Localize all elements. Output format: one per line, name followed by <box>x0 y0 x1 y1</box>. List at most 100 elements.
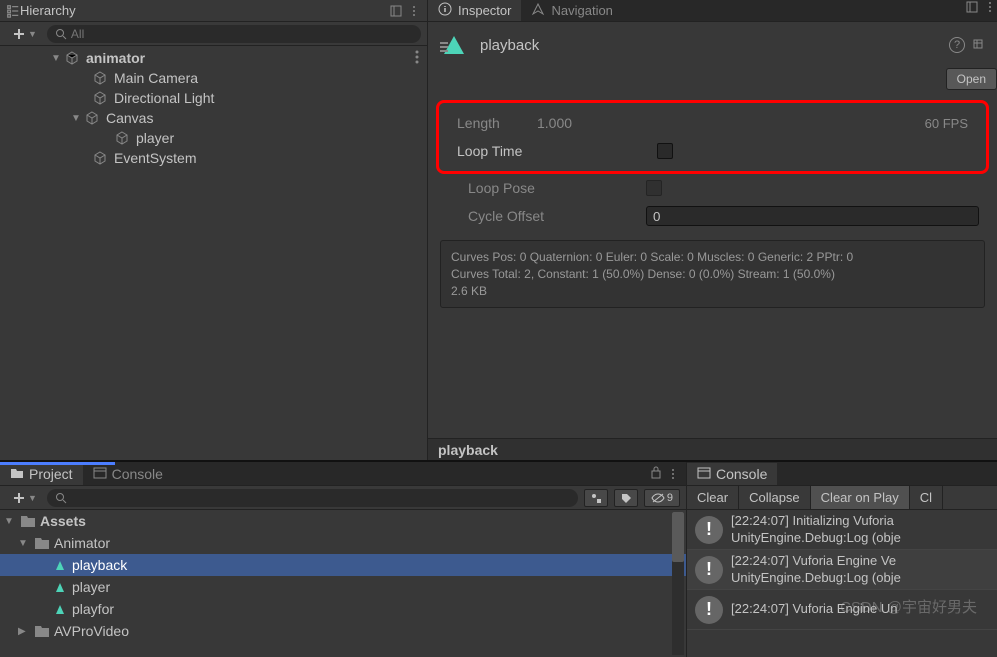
tab-label: Project <box>29 466 73 482</box>
scroll-thumb[interactable] <box>672 512 684 562</box>
length-value: 1.000 <box>537 115 572 131</box>
popout-icon[interactable] <box>965 0 979 14</box>
console-icon <box>93 466 107 482</box>
hierarchy-search[interactable] <box>47 25 421 43</box>
gameobject-row[interactable]: Directional Light <box>0 88 427 108</box>
log-entry[interactable]: ! [22:24:07] Vuforia Engine Ve UnityEngi… <box>687 550 997 590</box>
cl-button[interactable]: Cl <box>910 486 943 509</box>
add-button[interactable]: ▼ <box>6 25 43 43</box>
gameobject-icon <box>84 110 100 126</box>
folder-icon <box>34 535 50 551</box>
assets-folder[interactable]: ▼ Assets <box>0 510 686 532</box>
gameobject-row[interactable]: Canvas <box>0 108 427 128</box>
menu-icon[interactable] <box>983 0 997 14</box>
folder-icon <box>34 623 50 639</box>
gameobject-label: EventSystem <box>114 150 196 166</box>
gameobject-row[interactable]: Main Camera <box>0 68 427 88</box>
search-input[interactable] <box>71 27 413 41</box>
loop-time-label: Loop Time <box>457 143 657 159</box>
loop-pose-label: Loop Pose <box>468 180 646 196</box>
log-entry[interactable]: ! [22:24:07] Vuforia Engine Un <box>687 590 997 630</box>
animator-folder[interactable]: ▼ Animator <box>0 532 686 554</box>
chevron-down-icon[interactable] <box>70 112 82 124</box>
gameobject-label: Main Camera <box>114 70 198 86</box>
project-body: ▼ Assets ▼ Animator playback player <box>0 510 686 657</box>
project-search[interactable] <box>47 489 578 507</box>
tab-project[interactable]: Project <box>0 463 83 485</box>
clip-item[interactable]: playfor <box>0 598 686 620</box>
loop-time-row: Loop Time <box>439 137 986 165</box>
project-toolbar: ▼ 9 <box>0 486 686 510</box>
log-text: [22:24:07] Vuforia Engine Un <box>731 601 897 618</box>
avpro-folder[interactable]: ▶ AVProVideo <box>0 620 686 642</box>
folder-icon <box>10 466 24 482</box>
curves-info: Curves Pos: 0 Quaternion: 0 Euler: 0 Sca… <box>440 240 985 308</box>
menu-icon[interactable] <box>666 467 680 481</box>
tab-label: Console <box>112 466 163 482</box>
cycle-offset-row: Cycle Offset <box>428 202 997 230</box>
scrollbar[interactable] <box>672 512 684 655</box>
inspector-panel: Inspector Navigation playback ? Open <box>427 0 997 460</box>
folder-label: Animator <box>54 535 110 551</box>
clip-item[interactable]: player <box>0 576 686 598</box>
hierarchy-icon <box>6 4 20 18</box>
gameobject-label: player <box>136 130 174 146</box>
navigation-icon <box>531 2 545 19</box>
folder-label: Assets <box>40 513 86 529</box>
log-entry[interactable]: ! [22:24:07] Initializing Vuforia UnityE… <box>687 510 997 550</box>
chevron-down-icon[interactable]: ▼ <box>18 538 30 549</box>
clip-item[interactable]: playback <box>0 554 686 576</box>
project-panel: Project Console ▼ 9 <box>0 462 686 657</box>
filter-by-label-icon[interactable] <box>614 489 638 507</box>
gameobject-icon <box>92 90 108 106</box>
menu-icon[interactable] <box>407 4 421 18</box>
collapse-button[interactable]: Collapse <box>739 486 811 509</box>
scene-row[interactable]: animator <box>0 48 427 68</box>
loop-pose-checkbox[interactable] <box>646 180 662 196</box>
search-icon <box>55 492 67 504</box>
chevron-down-icon[interactable] <box>50 52 62 64</box>
hidden-count-button[interactable]: 9 <box>644 489 680 507</box>
tab-label: Console <box>716 466 767 482</box>
chevron-down-icon[interactable]: ▼ <box>4 516 16 527</box>
lock-icon[interactable] <box>650 465 662 482</box>
popout-icon[interactable] <box>389 4 403 18</box>
log-text: [22:24:07] Vuforia Engine Ve UnityEngine… <box>731 553 901 587</box>
console-panel: Console Clear Collapse Clear on Play Cl … <box>686 462 997 657</box>
tab-console[interactable]: Console <box>83 463 173 485</box>
gameobject-label: Canvas <box>106 110 153 126</box>
animation-clip-icon <box>52 579 68 595</box>
filter-by-type-icon[interactable] <box>584 489 608 507</box>
search-icon <box>55 28 67 40</box>
preview-title: playback <box>438 442 498 458</box>
preview-header[interactable]: playback <box>428 438 997 460</box>
tab-inspector[interactable]: Inspector <box>428 0 521 21</box>
preset-icon[interactable] <box>971 37 985 54</box>
clear-button[interactable]: Clear <box>687 486 739 509</box>
menu-icon[interactable] <box>415 50 419 67</box>
hierarchy-title: Hierarchy <box>20 3 76 18</box>
tab-navigation[interactable]: Navigation <box>521 0 622 21</box>
clip-properties: Length 1.000 60 FPS Loop Time Loop Pose … <box>428 96 997 234</box>
length-label: Length <box>457 115 537 131</box>
tab-console[interactable]: Console <box>687 463 777 485</box>
gameobject-icon <box>92 70 108 86</box>
hierarchy-tree: animator Main Camera Directional Light C… <box>0 46 427 460</box>
clear-on-play-button[interactable]: Clear on Play <box>811 486 910 509</box>
add-button[interactable]: ▼ <box>6 489 43 507</box>
loop-time-checkbox[interactable] <box>657 143 673 159</box>
loop-pose-row: Loop Pose <box>428 174 997 202</box>
hidden-count: 9 <box>667 492 673 504</box>
length-row: Length 1.000 60 FPS <box>439 109 986 137</box>
chevron-right-icon[interactable]: ▶ <box>18 626 30 637</box>
gameobject-row[interactable]: player <box>0 128 427 148</box>
clip-header: playback ? <box>428 22 997 68</box>
cycle-offset-input[interactable] <box>646 206 979 226</box>
gameobject-label: Directional Light <box>114 90 214 106</box>
cycle-offset-label: Cycle Offset <box>468 208 646 224</box>
console-body: ! [22:24:07] Initializing Vuforia UnityE… <box>687 510 997 657</box>
help-icon[interactable]: ? <box>949 37 965 53</box>
gameobject-row[interactable]: EventSystem <box>0 148 427 168</box>
open-button[interactable]: Open <box>946 68 997 90</box>
clip-label: playback <box>72 557 127 573</box>
